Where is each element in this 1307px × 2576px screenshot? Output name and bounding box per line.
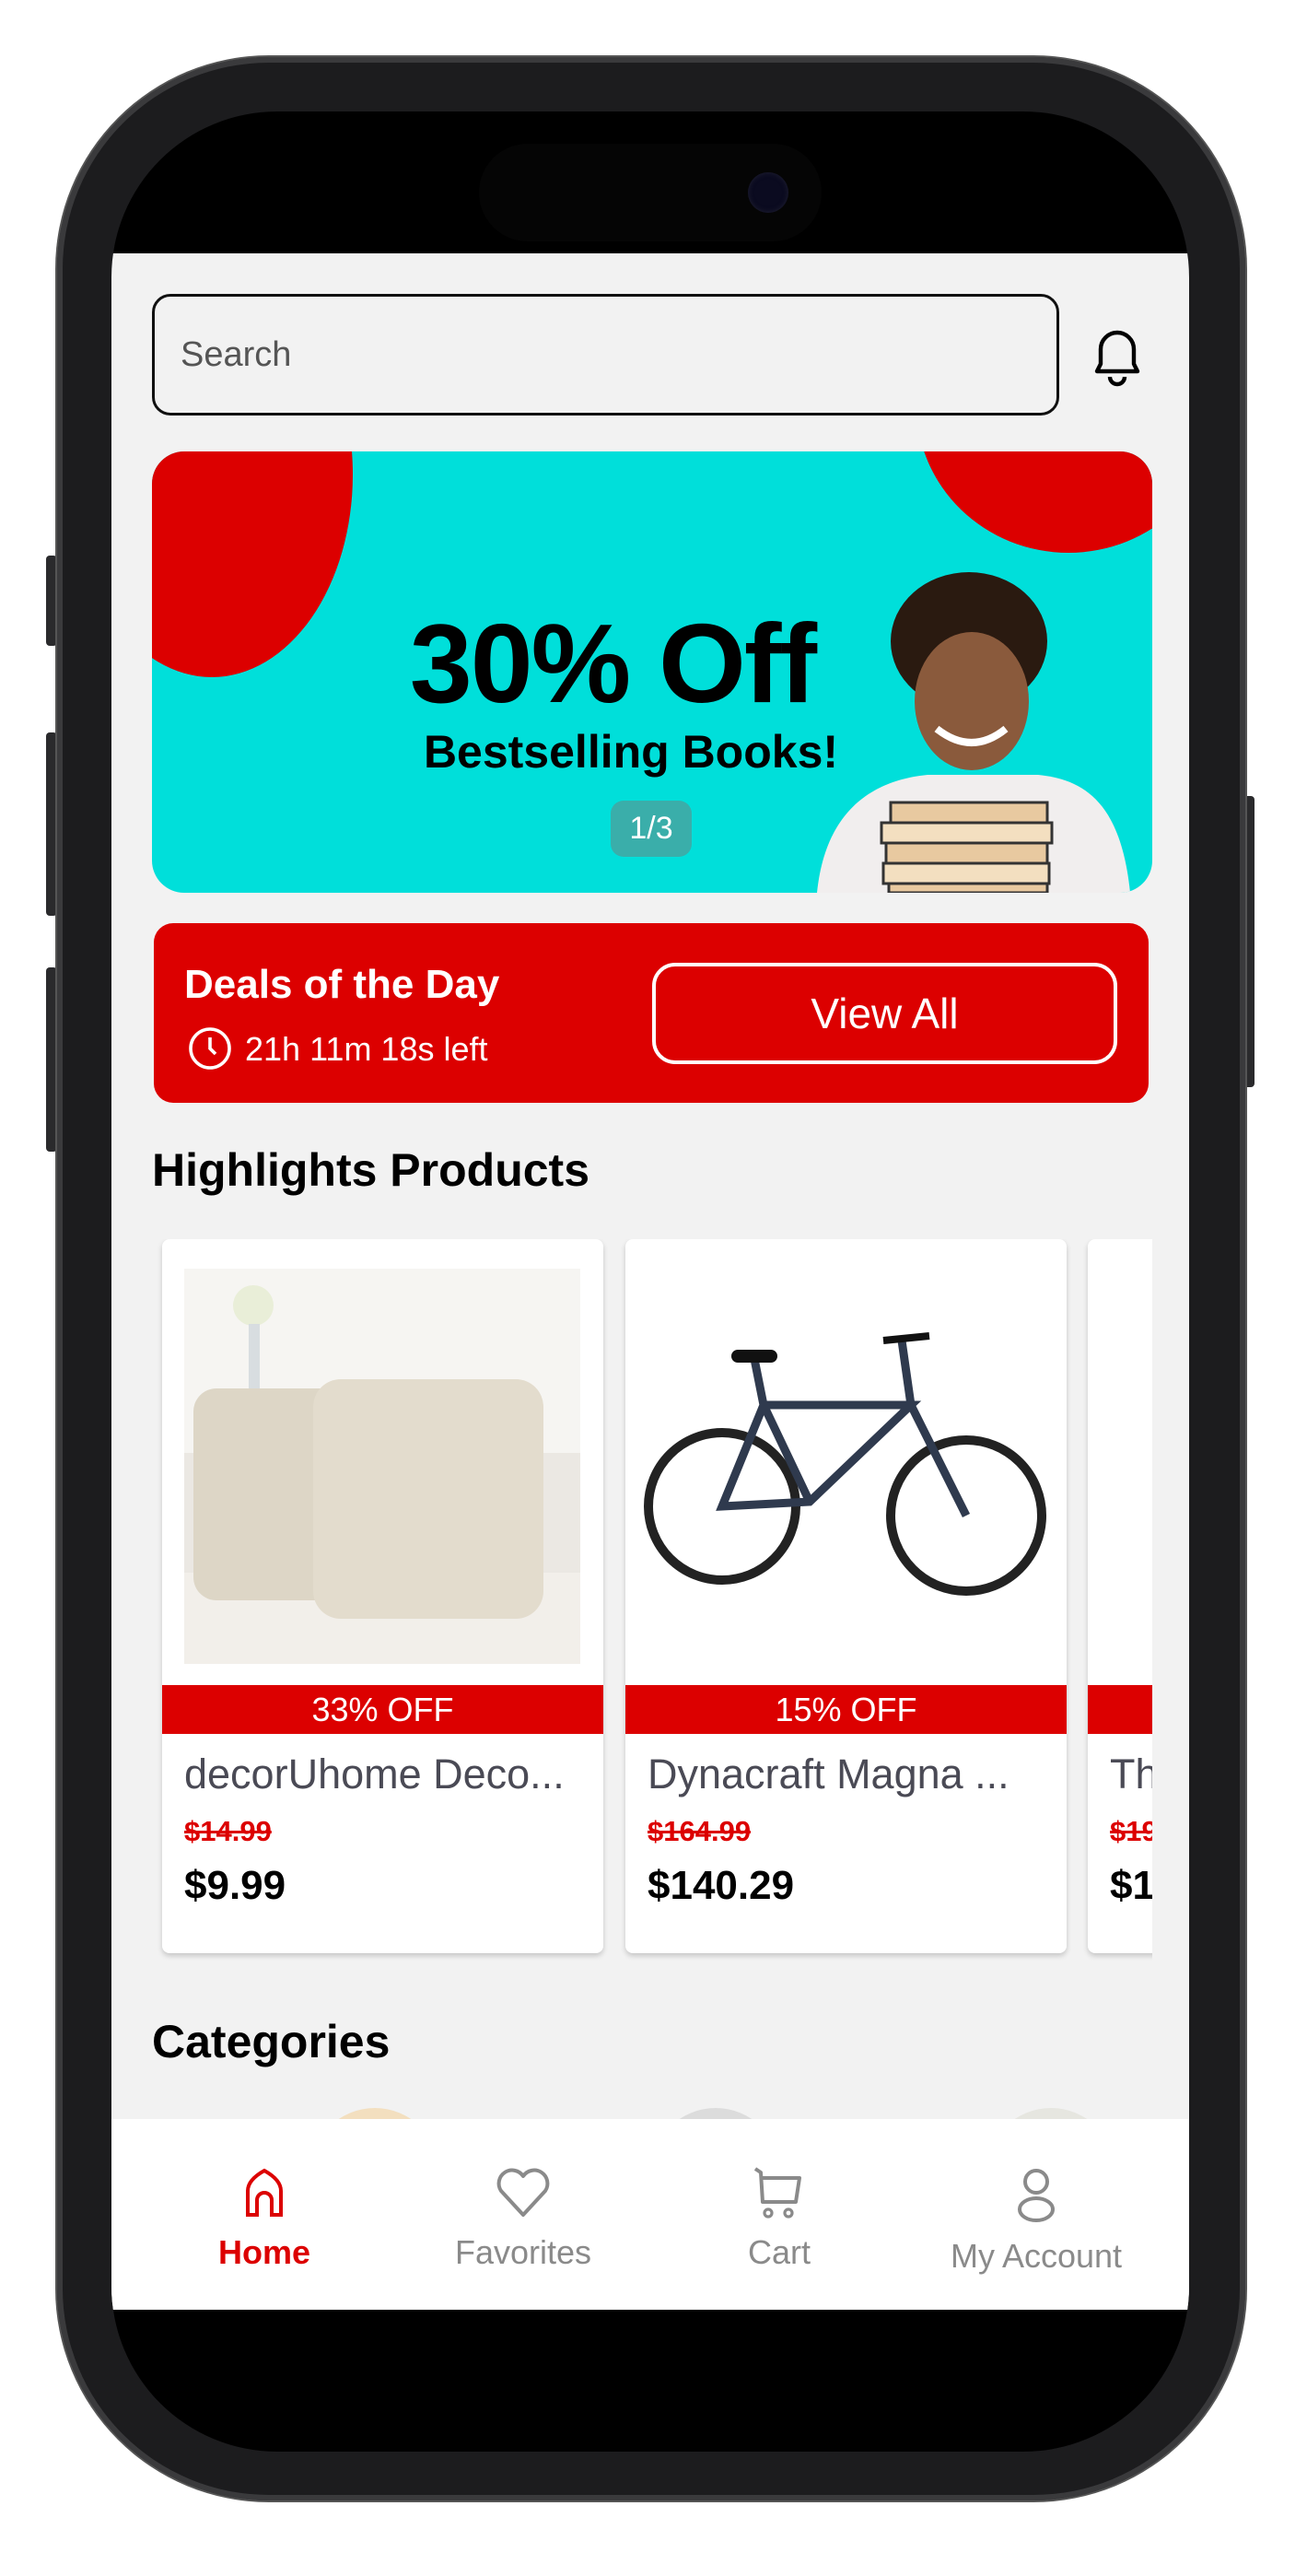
original-price: $19	[1110, 1815, 1152, 1847]
banner-woman-books-image	[817, 572, 1130, 893]
product-card[interactable]: 33% OFF decorUhome Deco... $14.99 $9.99	[162, 1239, 603, 1953]
bottom-navigation: Home Favorites Cart My Account	[111, 2119, 1189, 2310]
product-name: decorUhome Deco...	[184, 1751, 565, 1797]
sale-price: $1	[1110, 1863, 1152, 1908]
nav-label: Cart	[747, 2233, 811, 2271]
search-input[interactable]: Search	[152, 294, 1059, 416]
product-image-bicycle	[644, 1332, 1046, 1596]
product-image-pillows	[184, 1269, 580, 1664]
nav-cart[interactable]: Cart	[650, 2165, 908, 2272]
deals-countdown: 21h 11m 18s left	[245, 1030, 488, 1068]
nav-label: My Account	[950, 2237, 1123, 2275]
product-card[interactable]: 15% OFF Dynacraft Magna ... $164.99 $140…	[625, 1239, 1067, 1953]
product-name: Th	[1110, 1751, 1152, 1797]
discount-badge: 33% OFF	[162, 1685, 603, 1734]
nav-favorites[interactable]: Favorites	[394, 2165, 652, 2272]
promo-banner[interactable]: 30% Off Bestselling Books! 1/3	[152, 451, 1152, 893]
deals-of-the-day: Deals of the Day 21h 11m 18s left View A…	[154, 923, 1149, 1103]
banner-decor-circle	[916, 451, 1152, 553]
sale-price: $9.99	[184, 1863, 286, 1908]
mute-switch	[46, 556, 57, 646]
volume-down-button	[46, 967, 57, 1152]
deals-title: Deals of the Day	[184, 962, 500, 1007]
discount-badge	[1088, 1685, 1152, 1734]
original-price: $164.99	[648, 1815, 752, 1847]
nav-home[interactable]: Home	[135, 2165, 393, 2272]
clock-icon	[189, 1027, 231, 1070]
phone-frame: Search 30% Off Bestselling Books! 1/3 De…	[57, 57, 1245, 2500]
search-placeholder: Search	[181, 334, 292, 374]
app-screen: Search 30% Off Bestselling Books! 1/3 De…	[111, 253, 1189, 2310]
volume-up-button	[46, 732, 57, 916]
nav-label: Favorites	[454, 2233, 592, 2271]
nav-label: Home	[217, 2233, 311, 2271]
bell-icon[interactable]	[1086, 323, 1149, 394]
user-icon	[1018, 2169, 1055, 2222]
home-icon	[246, 2168, 283, 2217]
camera-icon	[748, 172, 788, 213]
nav-my-account[interactable]: My Account	[907, 2165, 1165, 2276]
product-carousel[interactable]: 33% OFF decorUhome Deco... $14.99 $9.99 …	[152, 1239, 1152, 1967]
view-all-button[interactable]: View All	[652, 963, 1117, 1064]
product-card[interactable]: Th $19 $1	[1088, 1239, 1152, 1953]
display: Search 30% Off Bestselling Books! 1/3 De…	[111, 111, 1189, 2452]
product-name: Dynacraft Magna ...	[648, 1751, 1009, 1797]
sale-price: $140.29	[648, 1863, 795, 1908]
original-price: $14.99	[184, 1815, 272, 1847]
categories-title: Categories	[152, 2016, 391, 2067]
discount-badge: 15% OFF	[625, 1685, 1067, 1734]
cart-icon	[753, 2167, 801, 2219]
highlights-title: Highlights Products	[152, 1144, 589, 1196]
heart-icon	[496, 2168, 550, 2217]
banner-pager: 1/3	[611, 801, 692, 857]
